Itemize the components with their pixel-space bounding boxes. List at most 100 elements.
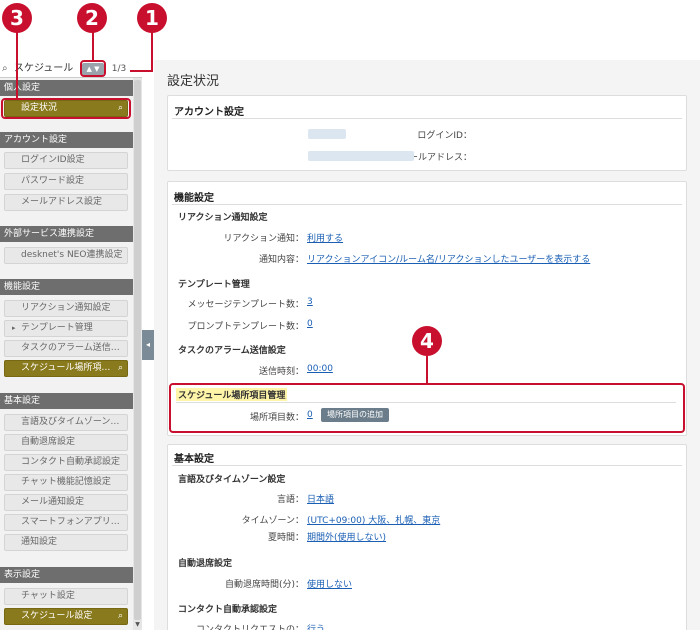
sidebar-item-auto-away[interactable]: 自動退席設定 [4,434,128,451]
divider [172,465,682,466]
sidebar-section-account: アカウント設定 [0,132,133,148]
sidebar-item-label: ログインID設定 [21,155,85,165]
reaction-notify-link[interactable]: 利用する [307,231,343,244]
sidebar-item-mail-notify[interactable]: メール通知設定 [4,494,128,511]
sidebar-item-email[interactable]: メールアドレス設定 [4,194,128,211]
search-icon: ⌕ [117,611,123,621]
prompt-template-count-label: プロンプトテンプレート数： [187,322,304,332]
divider [172,204,682,205]
annotation-marker-4: 4 [412,326,442,356]
sidebar-item-chat[interactable]: チャット設定 [4,588,128,605]
task-alarm-time-link[interactable]: 00:00 [307,364,333,374]
caret-right-icon: ▸ [12,324,16,332]
sidebar-section-display: 表示設定 [0,567,133,583]
sidebar-item-label: 自動退席設定 [21,437,76,447]
sidebar-item-language[interactable]: 言語及びタイムゾーン… [4,414,128,431]
email-value-redacted [308,151,414,161]
prompt-template-count-link[interactable]: 0 [307,319,313,329]
annotation-line-4 [426,356,428,384]
sidebar-item-desknets[interactable]: desknet's NEO連携設定 [4,247,128,264]
sidebar-item-label: 通知設定 [21,537,58,547]
sidebar-collapse-button[interactable]: ◂ [142,330,154,360]
dst-label: 夏時間： [267,533,304,543]
annotation-line-1-horizontal [130,70,153,72]
scroll-down-arrow-icon[interactable]: ▼ [133,620,142,630]
sidebar-section-external: 外部サービス連携設定 [0,226,133,242]
auto-away-section-title: 自動退席設定 [178,559,233,569]
login-id-label: ログインID： [417,131,472,141]
annotation-line-1 [151,32,153,71]
language-label: 言語： [276,495,304,505]
annotation-box-search-arrows [80,60,106,77]
contact-approve-section-title: コンタクト自動承認設定 [178,605,278,615]
sidebar-section-features: 機能設定 [0,279,133,295]
sidebar-item-label: タスクのアラーム送信… [21,343,120,353]
sidebar-item-label: スケジュール場所項… [21,363,111,373]
task-alarm-time-label: 送信時刻： [258,367,304,377]
auto-away-time-link[interactable]: 使用しない [307,577,352,590]
sidebar-item-login-id[interactable]: ログインID設定 [4,152,128,169]
sidebar-scrollbar[interactable]: ▼ [133,78,142,630]
reaction-content-link[interactable]: リアクションアイコン/ルーム名/リアクションしたユーザーを表示する [307,252,590,265]
annotation-box-active-item [1,98,131,119]
sidebar-item-label: テンプレート管理 [21,323,93,333]
sidebar-search-row: ⌕ スケジュール ▲ ▼ 1/3 [0,60,142,78]
language-link[interactable]: 日本語 [307,492,334,505]
sidebar-item-label: チャット設定 [21,591,75,601]
search-icon: ⌕ [2,63,8,74]
timezone-link[interactable]: (UTC+09:00) 大阪、札幌、東京 [307,513,440,526]
sidebar-item-template[interactable]: ▸ テンプレート管理 [4,320,128,337]
annotation-line-2 [92,32,94,62]
search-icon: ⌕ [117,363,123,373]
divider [172,118,682,119]
language-section-title: 言語及びタイムゾーン設定 [178,475,286,485]
sidebar-item-schedule[interactable]: スケジュール設定 ⌕ [4,608,128,625]
card-title: アカウント設定 [174,107,244,118]
annotation-marker-3: 3 [2,3,32,33]
sidebar-item-password[interactable]: パスワード設定 [4,173,128,190]
sidebar-item-contact-approve[interactable]: コンタクト自動承認設定 [4,454,128,471]
scrollbar-thumb[interactable] [134,80,141,620]
sidebar-item-label: チャット機能記憶設定 [21,477,111,487]
sidebar-item-label: 言語及びタイムゾーン… [21,417,120,427]
sidebar-item-reaction[interactable]: リアクション通知設定 [4,300,128,317]
sidebar-item-chat-memory[interactable]: チャット機能記憶設定 [4,474,128,491]
sidebar-item-notify[interactable]: 通知設定 [4,534,128,551]
account-settings-card: アカウント設定 ログインID： メールアドレス： [167,95,687,171]
template-section-title: テンプレート管理 [178,280,250,290]
reaction-content-label: 通知内容： [258,255,304,265]
sidebar-item-label: desknet's NEO連携設定 [21,250,123,260]
reaction-notify-label: リアクション通知： [223,234,304,244]
message-template-count-link[interactable]: 3 [307,297,313,307]
card-title: 機能設定 [174,193,214,204]
login-id-value-redacted [308,129,346,139]
annotation-marker-2: 2 [77,3,107,33]
sidebar-item-label: リアクション通知設定 [21,303,111,313]
message-template-count-label: メッセージテンプレート数： [187,300,304,310]
sidebar-section-personal: 個人設定 [0,80,133,96]
sidebar-item-label: メール通知設定 [21,497,85,507]
sidebar-item-label: スマートフォンアプリ… [21,517,120,527]
dst-link[interactable]: 期間外(使用しない) [307,530,386,543]
timezone-label: タイムゾーン： [241,516,304,526]
card-title: 基本設定 [174,454,214,465]
contact-request-label: コンタクトリクエストの： [195,625,304,630]
sidebar-section-basic: 基本設定 [0,393,133,409]
search-result-count: 1/3 [111,64,127,74]
sidebar-item-task-alarm[interactable]: タスクのアラーム送信… [4,340,128,357]
annotation-line-3 [16,32,18,99]
contact-request-link[interactable]: 行う [307,622,325,630]
sidebar-item-label: コンタクト自動承認設定 [21,457,121,467]
sidebar-item-schedule-place[interactable]: スケジュール場所項… ⌕ [4,360,128,377]
page-title: 設定状況 [167,74,220,89]
reaction-section-title: リアクション通知設定 [178,213,268,223]
search-input-value: スケジュール [14,63,74,74]
sidebar-item-label: メールアドレス設定 [21,197,103,207]
sidebar-item-label: スケジュール設定 [21,611,93,621]
sidebar-item-smartphone[interactable]: スマートフォンアプリ… [4,514,128,531]
sidebar-item-label: パスワード設定 [21,176,85,186]
task-alarm-section-title: タスクのアラーム送信設定 [178,346,286,356]
annotation-marker-1: 1 [137,3,167,33]
sidebar-search-input[interactable]: ⌕ スケジュール [2,62,78,76]
settings-sidebar: ⌕ スケジュール ▲ ▼ 1/3 個人設定 設定状況 ⌕ アカウント設定 ログイン… [0,60,142,630]
